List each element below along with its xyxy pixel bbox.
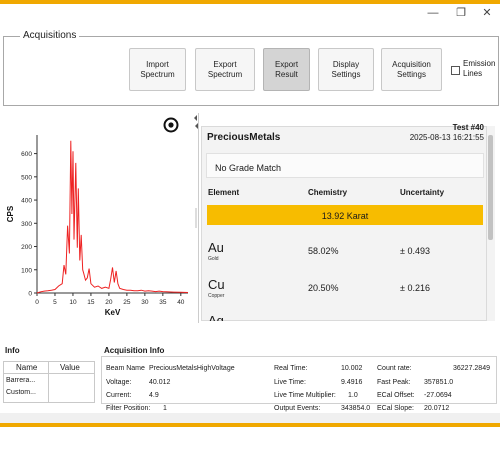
target-icon[interactable] <box>163 117 179 133</box>
y-axis-label: CPS <box>6 205 15 222</box>
test-timestamp: 2025-08-13 16:21:55 <box>409 133 484 142</box>
voltage-label: Voltage: <box>106 379 132 386</box>
ecal-slope-label: ECal Slope: <box>377 405 414 412</box>
x-tick-label: 10 <box>69 299 77 306</box>
x-tick-label: 25 <box>123 299 131 306</box>
y-tick-label: 600 <box>21 151 32 158</box>
y-tick-label: 100 <box>21 267 32 274</box>
display-settings-button[interactable]: Display Settings <box>318 48 374 91</box>
spectrum-chart-panel: 0 100 200 300 400 500 600 0 5 10 15 20 25 30 35 40 KeV CP… <box>0 113 194 323</box>
spectrum-line <box>36 140 189 294</box>
import-spectrum-button[interactable]: Import Spectrum <box>129 48 186 91</box>
element-symbol: Cu <box>208 277 225 292</box>
current-label: Current: <box>106 392 132 399</box>
element-uncertainty: ± 0.216 <box>400 283 430 293</box>
maximize-button[interactable]: ❐ <box>450 5 472 21</box>
info-value-header[interactable]: Value <box>60 363 80 372</box>
fast-peak-label: Fast Peak: <box>377 379 411 386</box>
x-tick-label: 0 <box>35 299 39 306</box>
element-symbol: Au <box>208 240 224 255</box>
element-header: Element <box>208 188 240 197</box>
real-time-value: 10.002 <box>341 365 363 372</box>
uncertainty-header: Uncertainty <box>400 188 445 197</box>
x-tick-label: 35 <box>159 299 167 306</box>
acquisitions-title: Acquisitions <box>20 30 80 41</box>
element-name: Gold <box>208 256 219 262</box>
element-name: Copper <box>208 293 225 299</box>
info-name-header[interactable]: Name <box>16 363 37 372</box>
y-tick-label: 0 <box>28 291 32 298</box>
count-rate-value: 36227.2849 <box>453 365 490 372</box>
minimize-button[interactable]: — <box>422 5 444 21</box>
filter-position-value: 1 <box>163 405 167 412</box>
export-spectrum-button[interactable]: Export Spectrum <box>195 48 255 91</box>
element-uncertainty: ± 0.493 <box>400 246 430 256</box>
library-name: PreciousMetals <box>207 132 281 143</box>
ecal-offset-label: ECal Offset: <box>377 392 415 399</box>
info-row[interactable]: Barrera... <box>6 377 35 384</box>
filter-position-label: Filter Position: <box>106 405 151 412</box>
x-tick-label: 30 <box>141 299 149 306</box>
y-tick-label: 200 <box>21 244 32 251</box>
status-bar <box>0 413 500 423</box>
ecal-slope-value: 20.0712 <box>424 405 450 412</box>
x-tick-label: 5 <box>53 299 57 306</box>
voltage-value: 40.012 <box>149 379 171 386</box>
footer <box>0 427 500 463</box>
info-title: Info <box>5 346 20 355</box>
x-tick-label: 40 <box>177 299 185 306</box>
chemistry-header: Chemistry <box>308 188 348 197</box>
info-column-divider <box>48 361 49 403</box>
live-time-multiplier-label: Live Time Multiplier: <box>274 392 336 399</box>
grade-text: No Grade Match <box>215 163 282 173</box>
collapse-left-icon[interactable] <box>194 115 197 121</box>
acquisition-settings-button[interactable]: Acquisition Settings <box>381 48 442 91</box>
y-tick-label: 400 <box>21 198 32 205</box>
y-tick-label: 500 <box>21 174 32 181</box>
current-value: 4.9 <box>149 392 159 399</box>
karat-value: 13.92 Karat <box>321 211 369 221</box>
beam-name-label: Beam Name <box>106 365 145 372</box>
x-tick-label: 20 <box>105 299 113 306</box>
real-time-label: Real Time: <box>274 365 308 372</box>
close-button[interactable]: ✕ <box>476 5 498 21</box>
y-tick-label: 300 <box>21 221 32 228</box>
x-axis-label: KeV <box>105 308 121 317</box>
acquisition-info-title: Acquisition Info <box>104 346 165 355</box>
live-time-multiplier-value: 1.0 <box>348 392 358 399</box>
output-events-label: Output Events: <box>274 405 321 412</box>
element-chemistry: 20.50% <box>308 283 339 293</box>
element-symbol: Ag <box>208 313 224 321</box>
export-result-button[interactable]: Export Result <box>263 48 310 91</box>
x-tick-label: 15 <box>87 299 95 306</box>
spectrum-chart[interactable]: 0 100 200 300 400 500 600 0 5 10 15 20 25 30 35 40 KeV CP… <box>0 113 194 323</box>
info-header-separator <box>3 373 95 374</box>
count-rate-label: Count rate: <box>377 365 412 372</box>
live-time-value: 9.4916 <box>341 379 363 386</box>
ecal-offset-value: -27.0694 <box>424 392 452 399</box>
results-scrollbar-thumb[interactable] <box>488 135 493 240</box>
fast-peak-value: 357851.0 <box>424 379 454 386</box>
emission-lines-label: Emission Lines <box>463 59 496 78</box>
output-events-value: 343854.0 <box>341 405 371 412</box>
element-chemistry: 58.02% <box>308 246 339 256</box>
info-row[interactable]: Custom... <box>6 389 36 396</box>
beam-name-value: PreciousMetalsHighVoltage <box>149 365 235 372</box>
test-number: Test #40 <box>452 123 484 132</box>
element-row-partial: Ag <box>201 311 487 321</box>
emission-lines-checkbox[interactable] <box>451 66 460 75</box>
live-time-label: Live Time: <box>274 379 306 386</box>
